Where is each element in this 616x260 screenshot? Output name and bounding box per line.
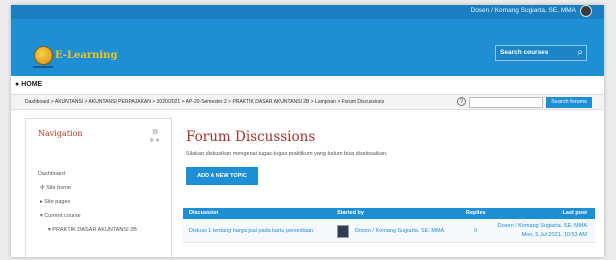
- nav-item-site-pages[interactable]: ▸ Site pages: [40, 199, 70, 205]
- nav-item-dashboard[interactable]: Dashboard: [38, 171, 65, 177]
- nav-item-site-pages-label: Site pages: [44, 199, 71, 205]
- nav-item-current-course-label: Current course: [44, 213, 81, 219]
- search-courses-field[interactable]: Search courses ⌕: [495, 45, 587, 61]
- author-avatar[interactable]: [337, 225, 349, 238]
- moodle-page: Dosen / Komang Sugiarta, SE, MMA E-Learn…: [11, 5, 604, 257]
- logo-underline: [33, 66, 53, 68]
- search-courses-label: Search courses: [500, 49, 549, 56]
- home-label: HOME: [21, 81, 43, 88]
- search-forums-input[interactable]: [469, 97, 543, 108]
- header-last-post[interactable]: Last post: [563, 210, 587, 216]
- help-icon[interactable]: ?: [457, 97, 466, 106]
- logo-icon[interactable]: [34, 46, 53, 65]
- home-heading[interactable]: ● HOME: [15, 81, 42, 88]
- nav-item-site-home-label: Site home: [46, 185, 71, 191]
- forum-description: Silakan diskusikan mengenai tugas-tugas …: [186, 151, 388, 157]
- dock-icon[interactable]: ▤: [152, 128, 158, 135]
- nav-item-course-label: PRAKTIK DASAR AKUNTANSI 2B: [52, 227, 137, 233]
- header-replies[interactable]: Replies: [466, 210, 486, 216]
- nav-item-course[interactable]: ▾ PRAKTIK DASAR AKUNTANSI 2B: [48, 227, 137, 233]
- nav-item-current-course[interactable]: ▾ Current course: [40, 213, 81, 219]
- breadcrumb[interactable]: Dashboard > AKUNTANSI > AKUNTANSI PERPAJ…: [25, 99, 384, 105]
- screenshot-frame: Dosen / Komang Sugiarta, SE, MMA E-Learn…: [0, 0, 616, 260]
- search-icon[interactable]: ⌕: [577, 47, 583, 58]
- navigation-title: Navigation: [38, 129, 83, 138]
- search-forums-button[interactable]: Search forums: [546, 97, 592, 108]
- header-discussion[interactable]: Discussion: [189, 210, 218, 216]
- logo-text[interactable]: E-Learning: [55, 50, 117, 61]
- table-row: Diskusi 1 tentang harga jual pada kartu …: [183, 219, 595, 243]
- user-avatar[interactable]: [580, 5, 592, 17]
- site-header: Dosen / Komang Sugiarta, SE, MMA E-Learn…: [11, 5, 604, 76]
- replies-count[interactable]: 0: [474, 228, 477, 234]
- add-new-topic-button[interactable]: ADD A NEW TOPIC: [186, 167, 258, 185]
- header-started-by[interactable]: Started by: [337, 210, 364, 216]
- discussion-link[interactable]: Diskusi 1 tentang harga jual pada kartu …: [189, 228, 313, 234]
- page-title: Forum Discussions: [186, 129, 316, 145]
- last-post-author[interactable]: Dosen / Komang Sugiarta, SE, MMA: [498, 223, 587, 229]
- breadcrumb-bar: Dashboard > AKUNTANSI > AKUNTANSI PERPAJ…: [11, 94, 604, 110]
- navigation-block: Navigation ▤ ✲ ▾ Dashboard ✣ Site home ▸…: [25, 118, 172, 257]
- started-by-link[interactable]: Dosen / Komang Sugiarta, SE, MMA: [355, 228, 444, 234]
- top-navbar: Dosen / Komang Sugiarta, SE, MMA: [11, 5, 604, 19]
- nav-item-site-home[interactable]: ✣ Site home: [40, 185, 71, 191]
- table-header: Discussion Started by Replies Last post: [183, 208, 595, 219]
- last-post-date[interactable]: Mon, 5 Jul 2021, 10:53 AM: [522, 232, 587, 238]
- block-actions-icon[interactable]: ✲ ▾: [149, 137, 159, 144]
- user-menu-label[interactable]: Dosen / Komang Sugiarta, SE, MMA: [471, 7, 577, 14]
